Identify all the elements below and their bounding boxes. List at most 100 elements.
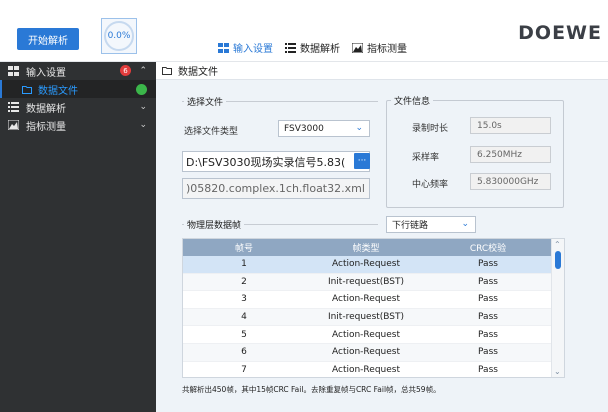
data-file-field: )05820.complex.1ch.float32.xml <box>182 178 370 199</box>
grid-icon <box>218 42 229 53</box>
cell-frame-no: 7 <box>241 364 247 375</box>
cell-frame-type: Action-Request <box>332 347 400 358</box>
cell-crc: Pass <box>478 294 498 305</box>
center-freq-label: 中心频率 <box>412 180 449 190</box>
column-header-frame-type[interactable]: 帧类型 <box>305 239 427 256</box>
progress-ring: 0.0% <box>104 21 134 51</box>
link-direction-value: 下行链路 <box>392 221 429 231</box>
select-file-group-title: 选择文件 <box>184 95 227 108</box>
sample-rate-label: 采样率 <box>412 153 440 163</box>
sample-rate-field: 6.250MHz <box>470 146 551 163</box>
file-info-group-title: 文件信息 <box>391 94 434 107</box>
center-freq-value: 5.830000GHz <box>477 176 539 187</box>
cell-frame-type: Action-Request <box>332 364 400 375</box>
main-panel: 数据文件 选择文件 选择文件类型 FSV3000 ⌄ D:\FSV3030现场实… <box>156 62 608 412</box>
sample-rate-value: 6.250MHz <box>477 149 523 160</box>
table-row[interactable]: 2 Init-request(BST) Pass <box>183 273 564 292</box>
file-type-value: FSV3000 <box>284 123 324 134</box>
sidebar-item-label: 输入设置 <box>26 67 66 79</box>
cell-frame-type: Action-Request <box>332 329 400 340</box>
top-bar: 开始解析 0.0% 输入设置 数据解析 指标测量 DOEWE <box>0 0 608 62</box>
cell-frame-no: 2 <box>241 276 247 287</box>
scroll-up-icon[interactable]: ⌃ <box>554 240 561 249</box>
table-scrollbar[interactable]: ⌃ ⌄ <box>551 239 564 377</box>
frames-table: 帧号 帧类型 CRC校验 1 Action-Request Pass 2 Ini… <box>182 238 565 378</box>
column-header-crc[interactable]: CRC校验 <box>427 239 549 256</box>
sidebar: 输入设置 6 ⌃ 数据文件 数据解析 ⌄ 指标测量 ⌄ <box>0 62 156 412</box>
chevron-down-icon[interactable]: ⌄ <box>139 102 147 112</box>
duration-label: 录制时长 <box>412 124 449 134</box>
cell-frame-no: 3 <box>241 294 247 305</box>
table-row[interactable]: 5 Action-Request Pass <box>183 326 564 344</box>
cell-frame-no: 6 <box>241 347 247 358</box>
tab-input-settings[interactable]: 输入设置 <box>218 40 273 55</box>
duration-value: 15.0s <box>477 120 502 131</box>
duration-field: 15.0s <box>470 117 551 134</box>
link-direction-select[interactable]: 下行链路 ⌄ <box>386 216 476 233</box>
table-row[interactable]: 7 Action-Request Pass <box>183 362 564 377</box>
cell-crc: Pass <box>478 259 498 270</box>
table-row[interactable]: 1 Action-Request Pass <box>183 256 564 274</box>
cell-crc: Pass <box>478 347 498 358</box>
sidebar-item-label: 指标测量 <box>26 121 66 133</box>
brand-logo: DOEWE <box>518 22 602 44</box>
sidebar-item-label: 数据解析 <box>26 103 66 115</box>
sidebar-item-label: 数据文件 <box>38 85 78 97</box>
folder-icon <box>22 85 32 94</box>
grid-icon <box>8 66 19 76</box>
parse-summary: 共解析出450帧，其中15帧CRC Fail。去除重复帧与CRC Fail帧，总… <box>182 385 441 394</box>
table-row[interactable]: 6 Action-Request Pass <box>183 343 564 362</box>
list-icon <box>285 42 296 53</box>
cell-frame-no: 1 <box>241 259 247 270</box>
tab-label: 输入设置 <box>233 44 273 55</box>
chevron-down-icon[interactable]: ⌄ <box>139 120 147 130</box>
cell-crc: Pass <box>478 329 498 340</box>
progress-indicator: 0.0% <box>101 18 137 54</box>
breadcrumb: 数据文件 <box>156 62 608 80</box>
cell-crc: Pass <box>478 312 498 323</box>
cell-frame-no: 5 <box>241 329 247 340</box>
breadcrumb-label: 数据文件 <box>178 67 218 78</box>
area-chart-icon <box>352 42 363 53</box>
sidebar-item-data-parse[interactable]: 数据解析 ⌄ <box>0 98 156 116</box>
table-header: 帧号 帧类型 CRC校验 <box>183 239 564 256</box>
status-indicator <box>136 84 147 95</box>
list-icon <box>8 102 19 112</box>
file-path-value: D:\FSV3030现场实录信号5.83( <box>186 155 346 169</box>
table-row[interactable]: 3 Action-Request Pass <box>183 291 564 309</box>
chevron-down-icon: ⌄ <box>355 123 363 133</box>
start-parse-button[interactable]: 开始解析 <box>17 28 79 50</box>
tab-label: 指标测量 <box>367 44 407 55</box>
tab-metrics[interactable]: 指标测量 <box>352 40 407 55</box>
chevron-down-icon: ⌄ <box>461 219 469 229</box>
table-row[interactable]: 4 Init-request(BST) Pass <box>183 308 564 327</box>
sidebar-item-metrics[interactable]: 指标测量 ⌄ <box>0 116 156 134</box>
sidebar-item-input-settings[interactable]: 输入设置 6 ⌃ <box>0 62 156 80</box>
browse-button[interactable]: ··· <box>354 153 370 169</box>
file-path-input[interactable]: D:\FSV3030现场实录信号5.83( <box>182 151 370 172</box>
progress-value: 0.0% <box>107 31 131 41</box>
center-freq-field: 5.830000GHz <box>470 173 551 190</box>
file-type-label: 选择文件类型 <box>184 127 239 137</box>
sidebar-item-data-file[interactable]: 数据文件 <box>0 80 156 98</box>
cell-frame-type: Action-Request <box>332 259 400 270</box>
main-tabs: 输入设置 数据解析 指标测量 <box>218 40 407 55</box>
notification-badge: 6 <box>120 65 131 76</box>
data-file-value: )05820.complex.1ch.float32.xml <box>186 182 365 195</box>
chevron-up-icon[interactable]: ⌃ <box>139 66 147 76</box>
area-chart-icon <box>8 120 19 130</box>
scroll-down-icon[interactable]: ⌄ <box>554 367 561 376</box>
tab-data-parse[interactable]: 数据解析 <box>285 40 340 55</box>
cell-crc: Pass <box>478 276 498 287</box>
cell-frame-type: Init-request(BST) <box>327 276 405 287</box>
cell-frame-no: 4 <box>241 312 247 323</box>
file-type-select[interactable]: FSV3000 ⌄ <box>278 120 370 137</box>
column-header-frame-no[interactable]: 帧号 <box>183 239 305 256</box>
tab-label: 数据解析 <box>300 44 340 55</box>
cell-frame-type: Action-Request <box>332 294 400 305</box>
scrollbar-thumb[interactable] <box>555 251 561 269</box>
cell-frame-type: Init-request(BST) <box>327 312 405 323</box>
folder-icon <box>162 67 172 75</box>
cell-crc: Pass <box>478 364 498 375</box>
frames-group-title: 物理层数据帧 <box>184 218 245 231</box>
